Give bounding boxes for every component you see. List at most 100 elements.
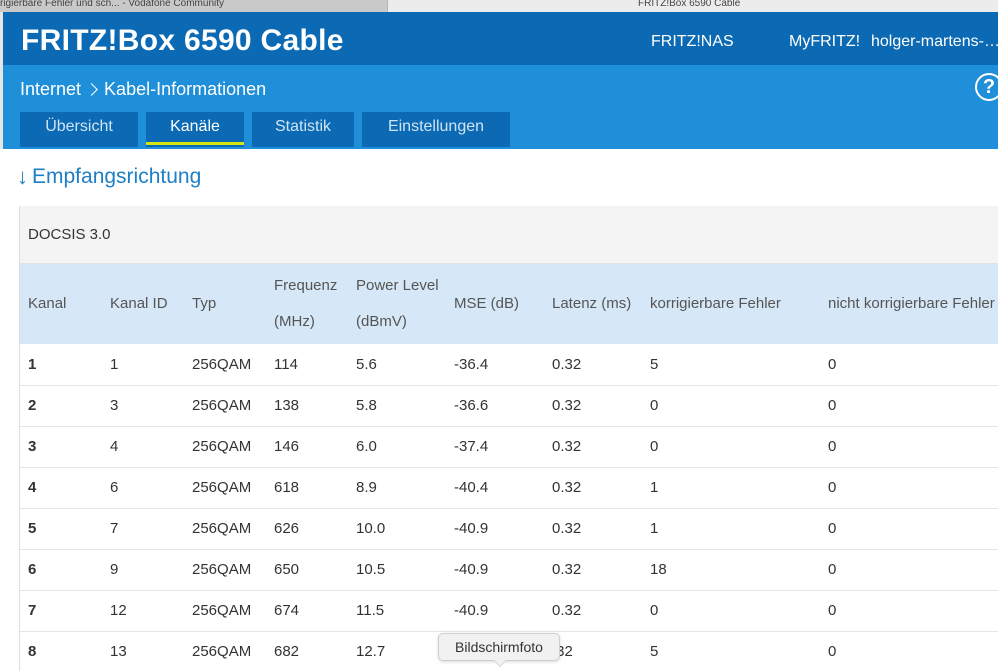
table-cell: -40.9 <box>454 561 489 578</box>
sub-header: Internet Kabel-Informationen ? Übersicht… <box>0 65 998 149</box>
section-heading: ↓ Empfangsrichtung <box>17 164 201 190</box>
column-header: Latenz (ms) <box>544 264 642 344</box>
table-cell: 1 <box>650 479 659 496</box>
channel-table: Kanal Kanal ID Typ Frequenz (MHz) Power Level… <box>20 264 998 671</box>
fritz-nas-link[interactable]: FRITZ!NAS <box>651 33 734 51</box>
table-cell: 8.9 <box>356 479 377 496</box>
tab-uebersicht[interactable]: Übersicht <box>20 112 138 147</box>
table-cell: 18 <box>650 561 667 578</box>
table-cell: 0 <box>828 643 837 660</box>
table-cell: 9 <box>110 561 119 578</box>
column-header-label: korrigierbare Fehler <box>650 295 781 312</box>
tooltip: Bildschirmfoto <box>438 633 560 667</box>
table-cell: 5.6 <box>356 355 377 373</box>
table-cell: 3 <box>110 397 119 414</box>
table-cell: 13 <box>110 643 127 660</box>
table-cell: -40.9 <box>454 602 489 619</box>
table-cell: 4 <box>110 438 119 455</box>
chevron-right-icon <box>85 83 98 96</box>
table-cell: 5 <box>650 355 659 373</box>
table-cell: 0 <box>828 602 837 619</box>
column-header-label: MSE (dB) <box>454 295 520 312</box>
table-cell: -40.4 <box>454 479 489 496</box>
table-cell: 0 <box>650 438 659 455</box>
table-cell: 256QAM <box>192 643 252 660</box>
column-header-label: Power Level <box>356 277 439 294</box>
table-row: 2 3 256QAM 138 5.8 -36.6 0.32 0 0 <box>20 385 998 426</box>
table-cell: 146 <box>274 438 300 455</box>
table-cell: 256QAM <box>192 397 252 414</box>
table-cell: 256QAM <box>192 438 252 455</box>
table-cell: 1 <box>650 520 659 537</box>
table-cell: 618 <box>274 479 300 496</box>
table-cell: 0.32 <box>552 397 582 414</box>
tab-kanaele[interactable]: Kanäle <box>146 112 244 147</box>
table-row: 7 12 256QAM 674 11.5 -40.9 0.32 0 0 <box>20 590 998 631</box>
table-cell: 7 <box>28 602 37 619</box>
table-cell: 6.0 <box>356 438 377 455</box>
arrow-down-icon: ↓ <box>17 164 28 189</box>
table-cell: 0 <box>828 397 837 414</box>
tab-bar: Übersicht Kanäle Statistik Einstellungen <box>20 112 518 147</box>
table-cell: -36.6 <box>454 397 489 414</box>
table-cell: 256QAM <box>192 520 252 537</box>
table-cell: -36.4 <box>454 355 489 373</box>
table-cell: 5 <box>650 643 659 660</box>
tab-einstellungen[interactable]: Einstellungen <box>362 112 510 147</box>
column-header: nicht korrigierbare Fehler <box>820 264 998 344</box>
help-icon[interactable]: ? <box>975 73 998 101</box>
column-header-label: Latenz (ms) <box>552 295 632 312</box>
table-cell: 0.32 <box>552 602 582 619</box>
table-cell: 0.32 <box>552 355 582 373</box>
column-header-label: Kanal ID <box>110 295 168 312</box>
table-cell: 0 <box>828 520 837 537</box>
table-cell: 0.32 <box>552 561 582 578</box>
table-cell: 11.5 <box>356 602 385 619</box>
table-cell: -37.4 <box>454 438 489 455</box>
table-cell: 0 <box>828 479 837 496</box>
table-cell: 650 <box>274 561 300 578</box>
table-cell: 0.32 <box>552 438 582 455</box>
table-row: 5 7 256QAM 626 10.0 -40.9 0.32 1 0 <box>20 508 998 549</box>
table-cell: 6 <box>28 561 37 578</box>
column-header-label: Typ <box>192 295 217 312</box>
column-header: Frequenz (MHz) <box>266 264 348 344</box>
table-cell: 1 <box>28 355 37 373</box>
browser-tab-strip: rigierbare Fehler und sch... - Vodafone … <box>0 0 998 12</box>
column-header-unit: (dBmV) <box>356 313 407 330</box>
column-header: korrigierbare Fehler <box>642 264 820 344</box>
table-cell: 0 <box>650 397 659 414</box>
breadcrumb: Internet Kabel-Informationen <box>20 79 266 100</box>
table-header-row: Kanal Kanal ID Typ Frequenz (MHz) Power Level… <box>20 264 998 344</box>
table-row: 4 6 256QAM 618 8.9 -40.4 0.32 1 0 <box>20 467 998 508</box>
table-cell: 10.5 <box>356 561 386 578</box>
table-row: 3 4 256QAM 146 6.0 -37.4 0.32 0 0 <box>20 426 998 467</box>
brand-title[interactable]: FRITZ!Box 6590 Cable <box>21 24 344 58</box>
table-cell: 12.7 <box>356 643 386 660</box>
column-header-label: Frequenz <box>274 277 338 294</box>
app-header: FRITZ!Box 6590 Cable FRITZ!NAS MyFRITZ! … <box>0 12 998 65</box>
table-cell: 256QAM <box>192 479 252 496</box>
table-cell: 5.8 <box>356 397 377 414</box>
column-header: Power Level (dBmV) <box>348 264 446 344</box>
table-cell: 3 <box>28 438 37 455</box>
browser-tab-vodafone[interactable]: rigierbare Fehler und sch... - Vodafone … <box>0 0 388 12</box>
table-cell: 0.32 <box>552 520 582 537</box>
table-cell: 256QAM <box>192 602 252 619</box>
column-header-label: Kanal <box>28 295 67 312</box>
table-cell: 10.0 <box>356 520 386 537</box>
myfritz-link[interactable]: MyFRITZ! <box>789 33 860 51</box>
user-account-link[interactable]: holger-martens-lo... <box>871 33 998 51</box>
breadcrumb-current: Kabel-Informationen <box>104 79 267 99</box>
table-cell: 114 <box>274 355 298 373</box>
column-header: Kanal <box>20 264 102 344</box>
breadcrumb-internet[interactable]: Internet <box>20 79 81 100</box>
column-header: Kanal ID <box>102 264 184 344</box>
table-cell: 1 <box>110 355 119 373</box>
panel-title: DOCSIS 3.0 <box>20 206 998 264</box>
table-cell: 12 <box>110 602 127 619</box>
table-cell: 5 <box>28 520 37 537</box>
browser-tab-fritzbox[interactable]: FRITZ!Box 6590 Cable <box>388 0 998 12</box>
tab-statistik[interactable]: Statistik <box>252 112 354 147</box>
table-cell: 682 <box>274 643 300 660</box>
